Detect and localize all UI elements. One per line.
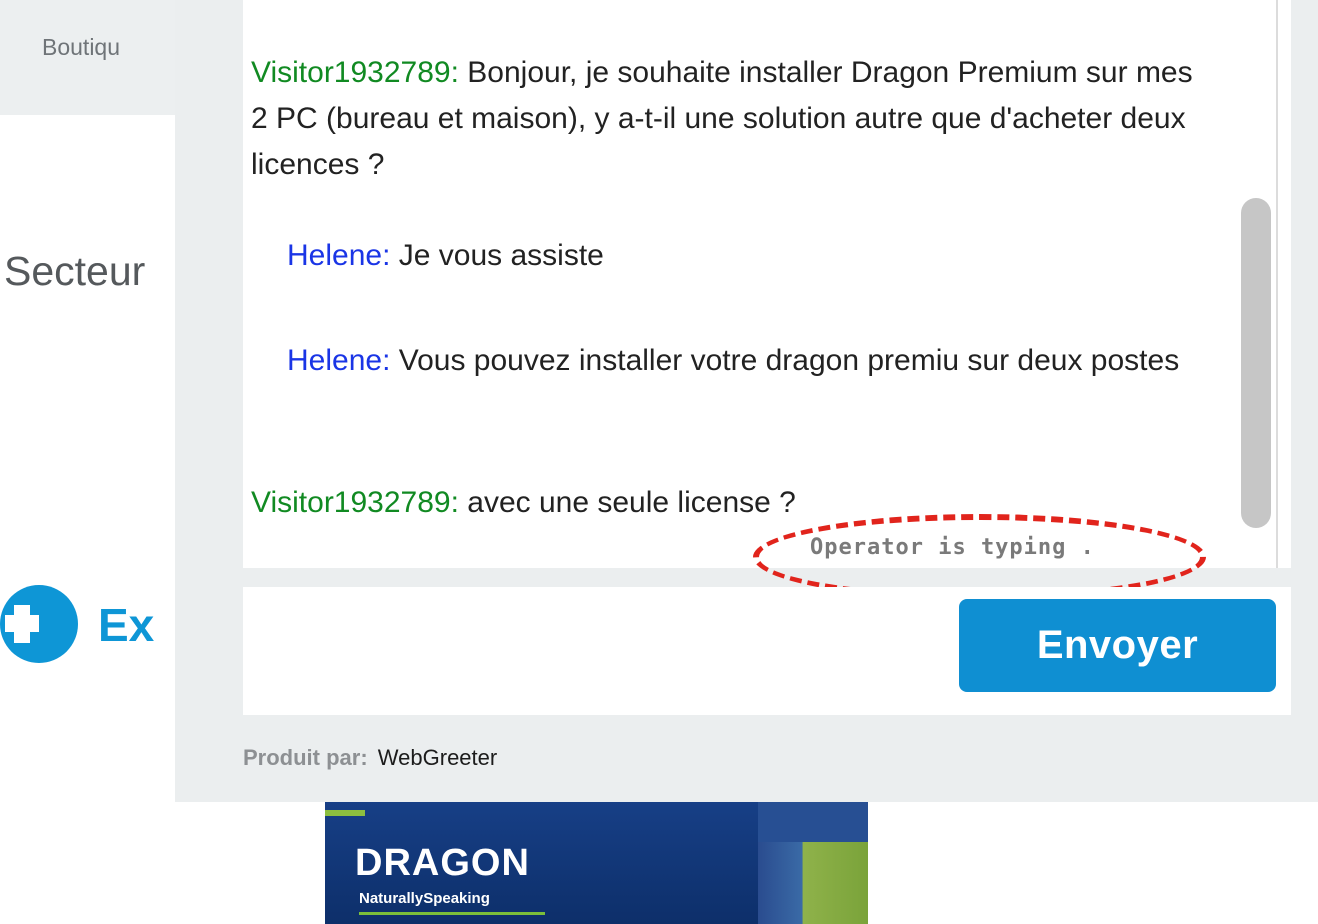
box-stripe xyxy=(325,810,365,816)
message-author: Visitor1932789: xyxy=(251,56,459,89)
powered-by-label: Produit par: xyxy=(243,745,368,770)
chat-message-visitor: Visitor1932789: Bonjour, je souhaite ins… xyxy=(251,50,1211,188)
product-box-subtitle: NaturallySpeaking xyxy=(359,890,490,907)
chat-message-operator: Helene: Vous pouvez installer votre drag… xyxy=(287,333,1187,389)
message-author: Helene: xyxy=(287,239,391,272)
powered-by-footer: Produit par: WebGreeter xyxy=(243,745,497,771)
message-input[interactable] xyxy=(243,587,943,715)
powered-by-brand[interactable]: WebGreeter xyxy=(378,745,497,770)
product-box-title: DRAGON xyxy=(355,842,530,884)
send-button[interactable]: Envoyer xyxy=(959,599,1276,692)
box-underline xyxy=(359,912,545,915)
product-box-image: DRAGON NaturallySpeaking xyxy=(325,802,868,924)
scrollbar-thumb[interactable] xyxy=(1241,198,1271,528)
message-text: Vous pouvez installer votre dragon premi… xyxy=(398,344,1180,377)
box-spine-top xyxy=(758,802,868,842)
message-text: avec une seule license ? xyxy=(467,486,796,519)
chat-message-operator: Helene: Je vous assiste xyxy=(287,233,1187,279)
plus-circle-icon[interactable] xyxy=(0,585,78,663)
message-text: Je vous assiste xyxy=(398,239,604,272)
message-author: Helene: xyxy=(287,344,391,377)
chat-transcript: Visitor1932789: Bonjour, je souhaite ins… xyxy=(243,0,1291,568)
expand-link[interactable]: Ex xyxy=(98,598,154,652)
scrollbar-border xyxy=(1276,0,1278,568)
message-author: Visitor1932789: xyxy=(251,486,459,519)
section-heading: Secteur xyxy=(4,248,146,294)
boutique-tab[interactable]: Boutiqu xyxy=(42,34,120,61)
